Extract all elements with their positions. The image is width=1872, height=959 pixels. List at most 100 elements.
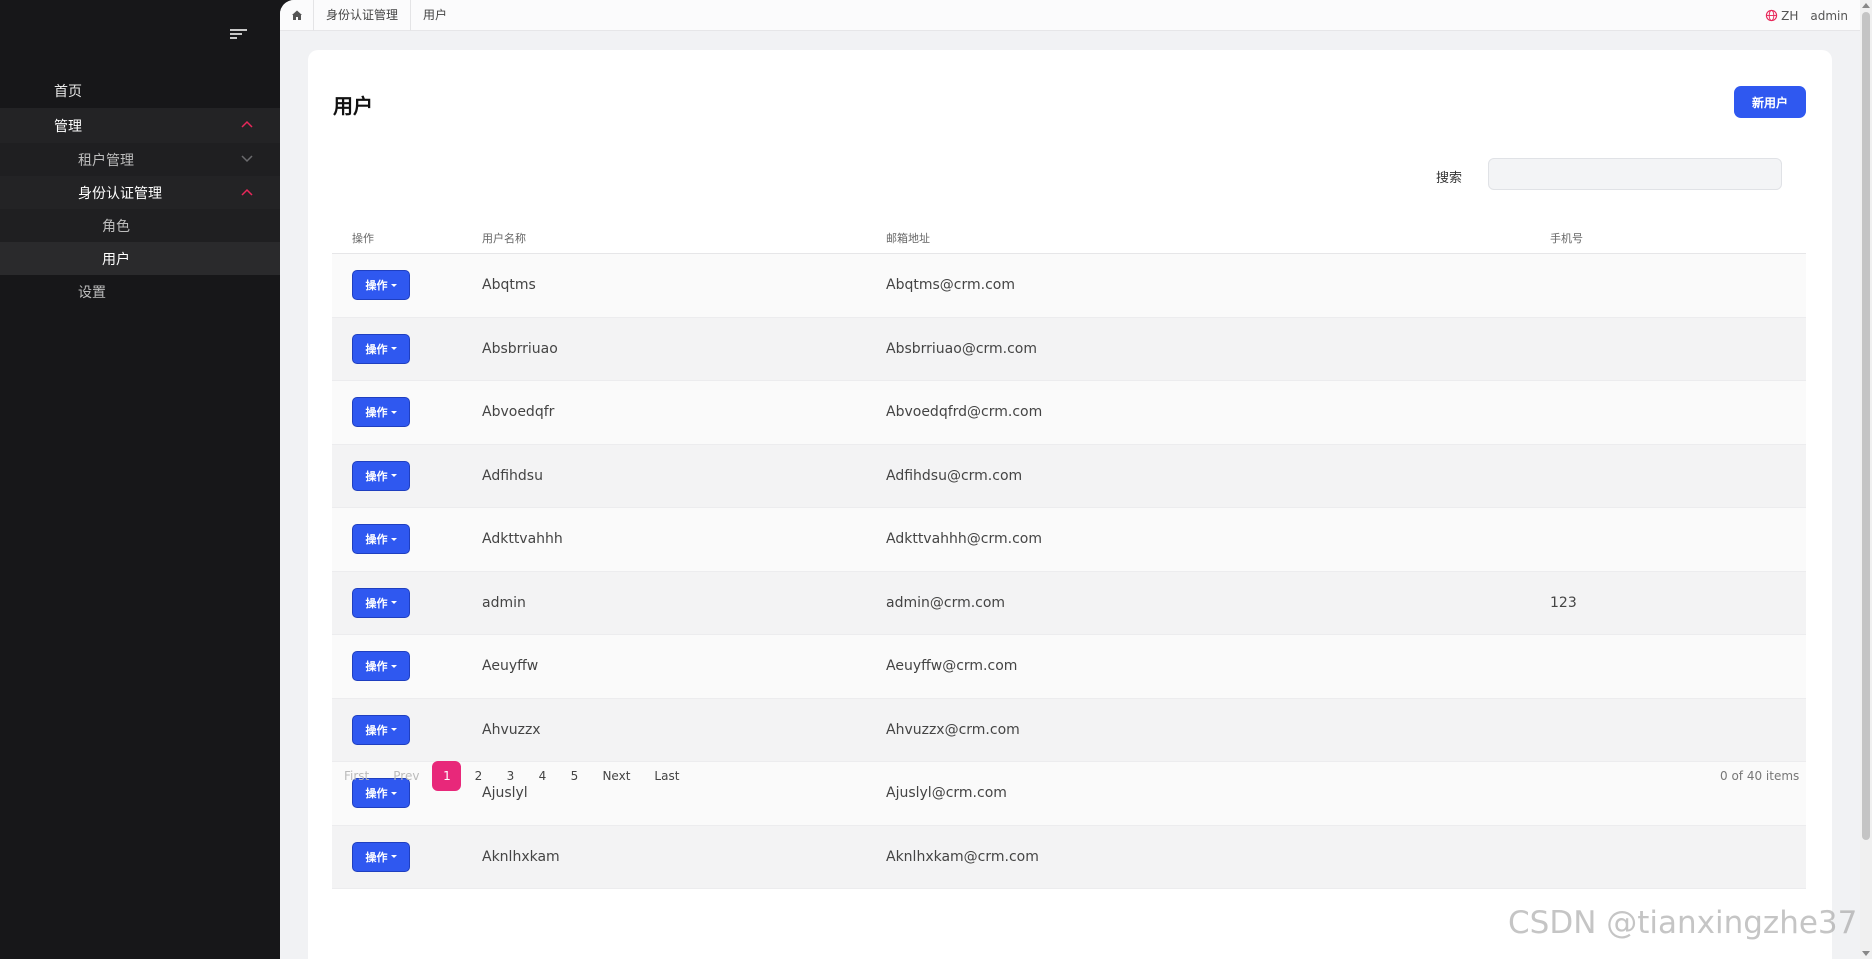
language-switcher[interactable]: ZH (1765, 9, 1798, 23)
actions-dropdown-button[interactable]: 操作 (352, 651, 410, 682)
caret-down-icon (390, 728, 397, 732)
actions-cell: 操作 (332, 587, 482, 618)
menu-toggle-icon[interactable] (230, 27, 248, 41)
content-card: 用户 新用户 搜索 操作 用户名称 邮箱地址 手机号 操作 Abqtms Abqtm… (308, 50, 1832, 959)
header-phone[interactable]: 手机号 (1550, 230, 1806, 246)
actions-dropdown-button[interactable]: 操作 (352, 270, 410, 301)
username-cell: Aknlhxkam (482, 848, 560, 865)
email-cell: Absbrriuao@crm.com (886, 340, 1038, 357)
username-cell: Absbrriuao (482, 340, 558, 357)
page-1-link[interactable]: 1 (432, 761, 462, 791)
scroll-up-icon[interactable] (1862, 3, 1870, 8)
sidebar-item-home[interactable]: 首页 (0, 73, 280, 108)
actions-label: 操作 (365, 279, 388, 293)
sidebar-item-label: 首页 (54, 83, 82, 100)
sidebar-item-roles[interactable]: 角色 (0, 209, 280, 242)
actions-dropdown-button[interactable]: 操作 (352, 841, 410, 872)
caret-down-icon (390, 855, 397, 859)
email-cell: Aknlhxkam@crm.com (886, 848, 1039, 865)
table-row: 操作 Abvoedqfr Abvoedqfrd@crm.com (332, 381, 1806, 445)
globe-icon (1765, 9, 1778, 22)
actions-dropdown-button[interactable]: 操作 (352, 460, 410, 491)
sidebar-item-identity-management[interactable]: 身份认证管理 (0, 176, 280, 209)
email-cell: admin@crm.com (886, 594, 1006, 611)
actions-cell: 操作 (332, 397, 482, 428)
top-right-controls: ZH admin (1765, 0, 1848, 31)
sidebar-item-tenant-management[interactable]: 租户管理 (0, 143, 280, 176)
table-row: 操作 Aknlhxkam Aknlhxkam@crm.com (332, 825, 1806, 889)
caret-down-icon (390, 664, 397, 668)
table-header: 操作 用户名称 邮箱地址 手机号 (332, 222, 1806, 254)
actions-cell: 操作 (332, 841, 482, 872)
username-cell: admin (482, 594, 526, 611)
language-label: ZH (1781, 8, 1799, 23)
email-cell: Adkttvahhh@crm.com (886, 531, 1042, 548)
page-title: 用户 (333, 94, 373, 118)
caret-down-icon (390, 347, 397, 351)
sidebar-item-label: 角色 (102, 218, 130, 235)
email-cell: Aeuyffw@crm.com (886, 658, 1018, 675)
scroll-down-icon[interactable] (1862, 951, 1870, 956)
first-page-link[interactable]: First (332, 761, 381, 791)
sidebar-item-label: 管理 (54, 118, 82, 135)
table-row: 操作 Aeuyffw Aeuyffw@crm.com (332, 635, 1806, 699)
table-row: 操作 Abqtms Abqtms@crm.com (332, 254, 1806, 318)
scroll-thumb[interactable] (1862, 12, 1870, 840)
next-page-link[interactable]: Next (590, 761, 642, 791)
breadcrumb-users[interactable]: 用户 (411, 0, 459, 31)
table-body: 操作 Abqtms Abqtms@crm.com 操作 Absbrriuao Absbrr… (332, 254, 1806, 889)
search-input[interactable] (1488, 158, 1782, 190)
new-user-button[interactable]: 新用户 (1733, 86, 1806, 118)
actions-label: 操作 (365, 660, 388, 674)
header-email[interactable]: 邮箱地址 (886, 230, 1550, 246)
sidebar-item-label: 身份认证管理 (78, 185, 162, 202)
actions-label: 操作 (365, 533, 388, 547)
page-3-link[interactable]: 3 (494, 761, 526, 791)
actions-dropdown-button[interactable]: 操作 (352, 397, 410, 428)
actions-cell: 操作 (332, 460, 482, 491)
search-label: 搜索 (1436, 171, 1463, 186)
top-bar: 身份认证管理 用户 ZH admin (280, 0, 1860, 31)
page-2-link[interactable]: 2 (462, 761, 494, 791)
header-username[interactable]: 用户名称 (482, 230, 886, 246)
chevron-down-icon (241, 155, 253, 164)
user-menu[interactable]: admin (1810, 9, 1848, 23)
caret-down-icon (390, 601, 397, 605)
caret-down-icon (390, 474, 397, 478)
email-cell: Ahvuzzx@crm.com (886, 721, 1020, 738)
breadcrumb-identity-management[interactable]: 身份认证管理 (314, 0, 412, 31)
table-row: 操作 Adkttvahhh Adkttvahhh@crm.com (332, 508, 1806, 572)
table-row: 操作 Absbrriuao Absbrriuao@crm.com (332, 317, 1806, 381)
table-row: 操作 Adfihdsu Adfihdsu@crm.com (332, 444, 1806, 508)
actions-dropdown-button[interactable]: 操作 (352, 524, 410, 555)
main-area: 身份认证管理 用户 ZH admin 用户 新用户 搜索 操作 用户名称 邮箱地… (280, 0, 1860, 959)
watermark: CSDN @tianxingzhe37 (1508, 905, 1858, 941)
actions-dropdown-button[interactable]: 操作 (352, 587, 410, 618)
actions-cell: 操作 (332, 651, 482, 682)
actions-label: 操作 (365, 723, 388, 737)
table-row: 操作 admin admin@crm.com 123 (332, 571, 1806, 635)
sidebar-menu: 首页 管理 租户管理 身份认证管理 角色 用户 设置 (0, 73, 280, 308)
actions-label: 操作 (365, 850, 388, 864)
sidebar-item-settings[interactable]: 设置 (0, 275, 280, 308)
header-actions[interactable]: 操作 (332, 230, 482, 246)
sidebar-item-management[interactable]: 管理 (0, 108, 280, 143)
chevron-up-icon (241, 120, 253, 129)
sidebar-item-users[interactable]: 用户 (0, 242, 280, 275)
page-scrollbar[interactable] (1860, 0, 1872, 959)
username-cell: Ahvuzzx (482, 721, 541, 738)
prev-page-link[interactable]: Prev (381, 761, 431, 791)
email-cell: Abqtms@crm.com (886, 277, 1015, 294)
actions-dropdown-button[interactable]: 操作 (352, 714, 410, 745)
actions-cell: 操作 (332, 524, 482, 555)
actions-dropdown-button[interactable]: 操作 (352, 333, 410, 364)
page-info: 0 of 40 items (1720, 769, 1800, 783)
actions-label: 操作 (365, 596, 388, 610)
actions-label: 操作 (365, 469, 388, 483)
actions-cell: 操作 (332, 714, 482, 745)
username-cell: Abvoedqfr (482, 404, 555, 421)
last-page-link[interactable]: Last (642, 761, 691, 791)
page-4-link[interactable]: 4 (526, 761, 558, 791)
page-5-link[interactable]: 5 (558, 761, 590, 791)
home-icon[interactable] (280, 0, 314, 31)
